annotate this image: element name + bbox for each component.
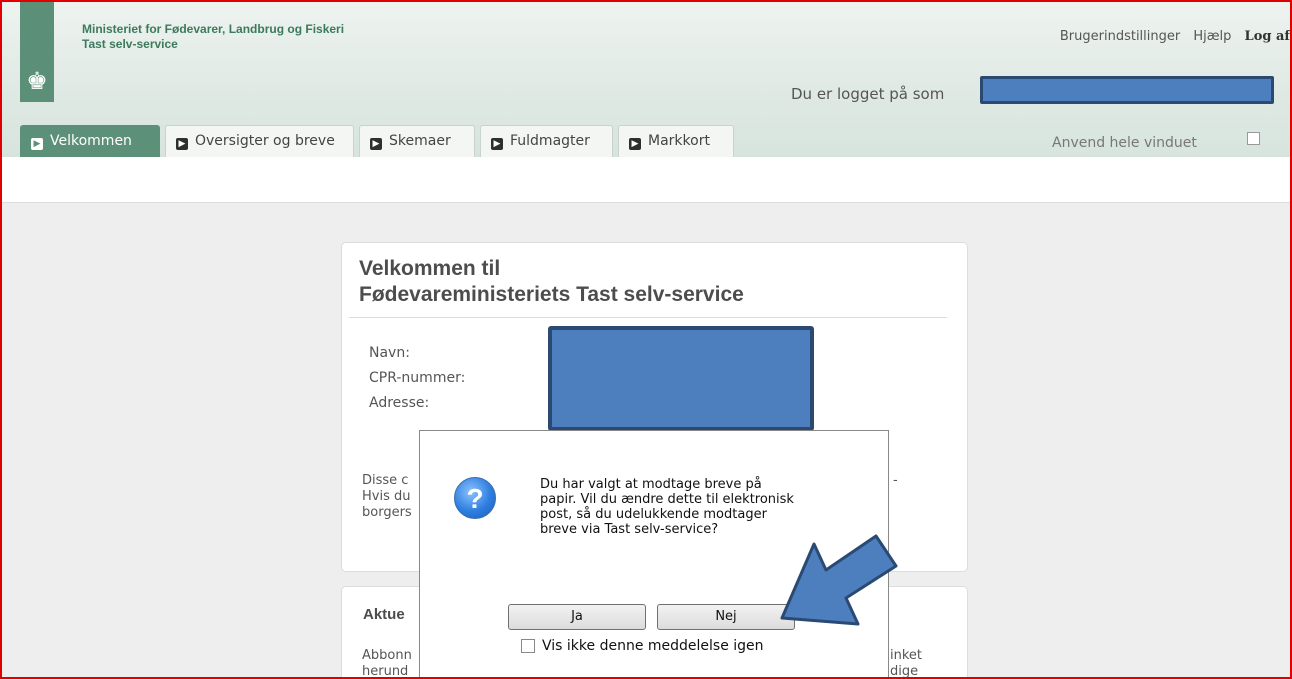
tab-oversigter[interactable]: ▶ Oversigter og breve xyxy=(165,125,354,157)
title-divider xyxy=(349,317,947,318)
dialog-message-line: breve via Tast selv-service? xyxy=(540,522,719,537)
tab-label: Skemaer xyxy=(389,133,451,149)
arrow-right-icon: ▶ xyxy=(629,138,641,150)
tab-velkommen[interactable]: ▶ Velkommen xyxy=(20,125,160,157)
arrow-right-icon: ▶ xyxy=(31,138,43,150)
tab-label: Markkort xyxy=(648,133,710,149)
info-text-line: Disse c xyxy=(362,473,409,488)
service-name: Tast selv-service xyxy=(82,37,178,51)
address-label: Adresse: xyxy=(369,395,430,411)
dont-show-again-label[interactable]: Vis ikke denne meddelelse igen xyxy=(542,638,764,654)
crown-icon: ♚ xyxy=(26,67,48,95)
news-title: Aktue xyxy=(363,606,405,623)
tab-label: Fuldmagter xyxy=(510,133,590,149)
personal-info-redaction xyxy=(548,326,814,431)
tab-markkort[interactable]: ▶ Markkort xyxy=(618,125,734,157)
cpr-label: CPR-nummer: xyxy=(369,370,466,386)
info-text-fragment: - xyxy=(893,473,898,488)
tab-fuldmagter[interactable]: ▶ Fuldmagter xyxy=(480,125,613,157)
name-label: Navn: xyxy=(369,345,410,361)
full-window-checkbox[interactable] xyxy=(1247,132,1260,145)
news-text-fragment: inket xyxy=(890,648,923,663)
welcome-title-line2: Fødevareministeriets Tast selv-service xyxy=(359,283,744,306)
info-text-line: borgers xyxy=(362,505,412,520)
welcome-title-line1: Velkommen til xyxy=(359,257,501,280)
sub-toolbar xyxy=(2,157,1290,203)
dont-show-again-checkbox[interactable] xyxy=(521,639,535,653)
news-text-line: herund xyxy=(362,664,409,679)
info-text-line: Hvis du xyxy=(362,489,411,504)
arrow-right-icon: ▶ xyxy=(491,138,503,150)
dialog-message-line: papir. Vil du ændre dette til elektronis… xyxy=(540,492,794,507)
question-icon: ? xyxy=(454,477,496,519)
tab-label: Oversigter og breve xyxy=(195,133,335,149)
header: ♚ Ministeriet for Fødevarer, Landbrug og… xyxy=(2,2,1290,157)
user-settings-link[interactable]: Brugerindstillinger xyxy=(1060,29,1180,44)
top-links: Brugerindstillinger Hjælp Log af xyxy=(1051,29,1290,44)
tab-label: Velkommen xyxy=(50,133,132,149)
tab-skemaer[interactable]: ▶ Skemaer xyxy=(359,125,475,157)
screenshot-frame: ♚ Ministeriet for Fødevarer, Landbrug og… xyxy=(0,0,1292,679)
full-window-label: Anvend hele vinduet xyxy=(1052,135,1197,151)
arrow-right-icon: ▶ xyxy=(370,138,382,150)
dialog-message-line: Du har valgt at modtage breve på xyxy=(540,477,762,492)
logout-link[interactable]: Log af xyxy=(1245,29,1290,44)
arrow-right-icon: ▶ xyxy=(176,138,188,150)
ministry-name: Ministeriet for Fødevarer, Landbrug og F… xyxy=(82,22,345,36)
news-text-fragment: dige xyxy=(890,664,919,679)
news-text-line: Abbonn xyxy=(362,648,412,663)
logged-in-label: Du er logget på som xyxy=(791,85,945,103)
annotation-arrow-icon xyxy=(780,534,898,626)
yes-button[interactable]: Ja xyxy=(508,604,646,630)
dialog-message-line: post, så du udelukkende modtager xyxy=(540,507,767,522)
help-link[interactable]: Hjælp xyxy=(1193,29,1231,44)
username-redaction xyxy=(980,76,1274,104)
